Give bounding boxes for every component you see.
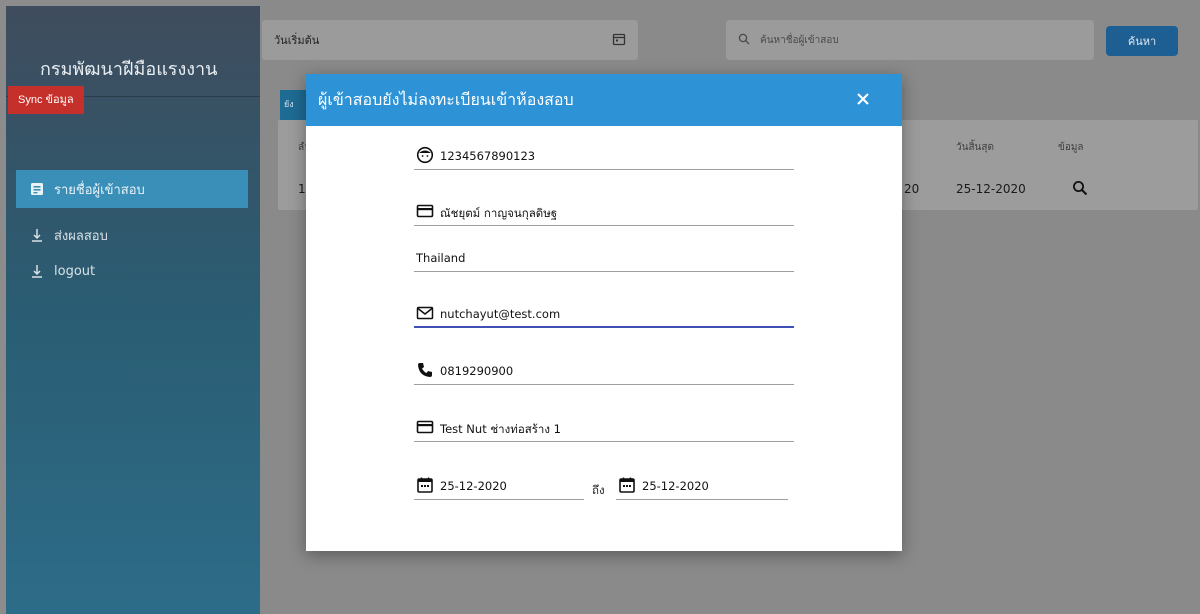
column-header: วันสิ้นสุด	[956, 142, 994, 153]
sidebar-item-send-results[interactable]: ส่งผลสอบ	[16, 216, 248, 254]
calendar-icon	[416, 476, 434, 498]
calendar-icon	[618, 476, 636, 498]
sync-button[interactable]: Sync ข้อมูล	[8, 86, 84, 114]
id-number-value: 1234567890123	[440, 149, 536, 163]
end-date-field[interactable]: 25-12-2020	[616, 460, 788, 500]
row-index: 1	[298, 182, 306, 196]
start-date-value: 25-12-2020	[440, 479, 507, 493]
dialog-title: ผู้เข้าสอบยังไม่ลงทะเบียนเข้าห้องสอบ	[318, 90, 574, 109]
end-date-value: 25-12-2020	[642, 479, 709, 493]
name-field[interactable]: ณัชยุตม์ กาญจนกุลดิษฐ	[414, 186, 794, 226]
download-icon	[30, 228, 44, 242]
face-icon	[416, 146, 434, 164]
start-date-field[interactable]: วันเริ่มต้น	[262, 20, 638, 60]
phone-field[interactable]: 0819290900	[414, 345, 794, 385]
card-icon	[416, 418, 434, 436]
row-end-date: 25-12-2020	[956, 182, 1026, 196]
search-placeholder: ค้นหาชื่อผู้เข้าสอบ	[760, 34, 839, 46]
badge-icon	[30, 182, 44, 196]
phone-value: 0819290900	[440, 364, 514, 378]
column-header: ข้อมูล	[1058, 142, 1084, 153]
country-field[interactable]: Thailand	[414, 232, 794, 272]
mail-icon	[416, 304, 434, 322]
country-value: Thailand	[416, 251, 466, 265]
exam-value: Test Nut ช่างท่อสร้าง 1	[440, 422, 561, 436]
sidebar-item-label: รายชื่อผู้เข้าสอบ	[54, 182, 145, 198]
sidebar-item-logout[interactable]: logout	[16, 252, 248, 290]
sidebar: กรมพัฒนาฝีมือแรงงาน Sync ข้อมูล รายชื่อผ…	[6, 6, 260, 614]
view-details-icon[interactable]	[1072, 180, 1088, 200]
brand-title: กรมพัฒนาฝีมือแรงงาน	[40, 59, 218, 80]
search-button[interactable]: ค้นหา	[1106, 26, 1178, 56]
exam-field[interactable]: Test Nut ช่างท่อสร้าง 1	[414, 402, 794, 442]
row-start-date: 20	[904, 182, 920, 196]
calendar-icon[interactable]	[612, 32, 626, 49]
start-date-label: วันเริ่มต้น	[274, 34, 320, 47]
dialog-header: ผู้เข้าสอบยังไม่ลงทะเบียนเข้าห้องสอบ	[306, 74, 902, 126]
sidebar-item-candidates[interactable]: รายชื่อผู้เข้าสอบ	[16, 170, 248, 208]
search-input[interactable]: ค้นหาชื่อผู้เข้าสอบ	[726, 20, 1094, 60]
name-value: ณัชยุตม์ กาญจนกุลดิษฐ	[440, 206, 558, 220]
close-icon[interactable]	[854, 90, 872, 108]
phone-icon	[416, 361, 434, 379]
email-value: nutchayut@test.com	[440, 307, 561, 321]
sidebar-item-label: logout	[54, 263, 96, 279]
search-icon	[738, 33, 750, 48]
download-icon	[30, 264, 44, 278]
candidate-dialog: ผู้เข้าสอบยังไม่ลงทะเบียนเข้าห้องสอบ 123…	[306, 74, 902, 551]
start-date-field[interactable]: 25-12-2020	[414, 460, 584, 500]
card-icon	[416, 202, 434, 220]
to-label: ถึง	[592, 483, 605, 497]
email-field[interactable]: nutchayut@test.com	[414, 288, 794, 328]
id-number-field[interactable]: 1234567890123	[414, 130, 794, 170]
sidebar-item-label: ส่งผลสอบ	[54, 228, 108, 244]
